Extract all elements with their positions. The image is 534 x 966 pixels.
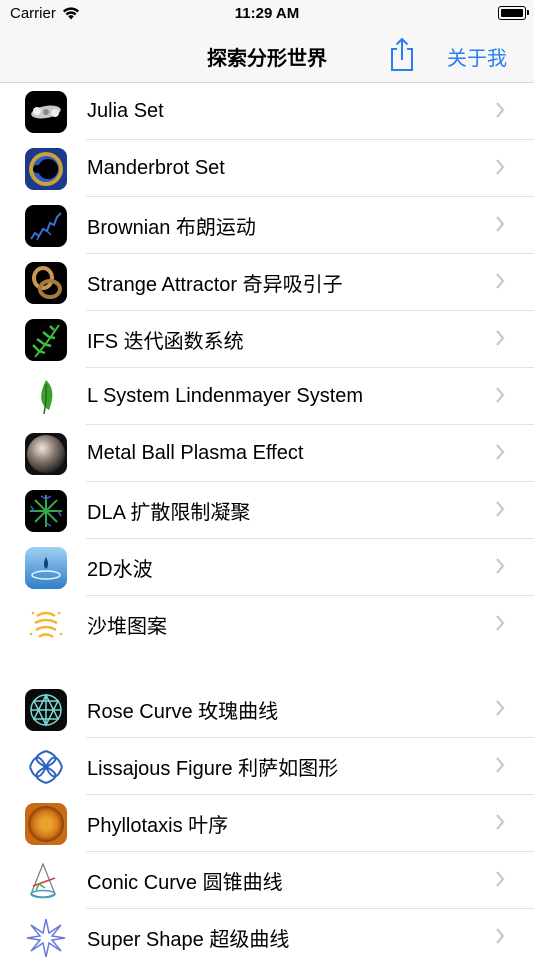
chevron-right-icon bbox=[496, 615, 505, 631]
item-label: Strange Attractor 奇异吸引子 bbox=[87, 274, 343, 296]
list-item-lissajous[interactable]: Lissajous Figure 利萨如图形 bbox=[0, 738, 534, 795]
status-time: 11:29 AM bbox=[234, 5, 300, 22]
metal-ball-icon bbox=[25, 432, 67, 475]
list-item-ifs[interactable]: IFS 迭代函数系统 bbox=[0, 311, 534, 368]
leaf-icon bbox=[25, 375, 67, 418]
item-label: Rose Curve 玫瑰曲线 bbox=[87, 701, 279, 723]
list-item-water-wave[interactable]: 2D水波 bbox=[0, 539, 534, 596]
list-item-phyllotaxis[interactable]: Phyllotaxis 叶序 bbox=[0, 795, 534, 852]
list-item-metal-ball[interactable]: Metal Ball Plasma Effect bbox=[0, 425, 534, 482]
chevron-right-icon bbox=[496, 757, 505, 773]
item-label: Super Shape 超级曲线 bbox=[87, 929, 290, 951]
status-bar: Carrier 11:29 AM bbox=[0, 0, 534, 30]
phyllotaxis-icon bbox=[25, 802, 67, 845]
share-button[interactable] bbox=[387, 36, 417, 72]
item-label: L System Lindenmayer System bbox=[87, 385, 364, 407]
item-label: DLA 扩散限制凝聚 bbox=[87, 502, 251, 524]
list-item-l-system[interactable]: L System Lindenmayer System bbox=[0, 368, 534, 425]
chevron-right-icon bbox=[496, 558, 505, 574]
list-item-rose-curve[interactable]: Rose Curve 玫瑰曲线 bbox=[0, 681, 534, 738]
list-item-conic-curve[interactable]: Conic Curve 圆锥曲线 bbox=[0, 852, 534, 909]
lissajous-icon bbox=[25, 745, 67, 788]
list-item-super-shape[interactable]: Super Shape 超级曲线 bbox=[0, 909, 534, 966]
water-drop-icon bbox=[25, 546, 67, 589]
fractal-list: Julia Set Manderbrot Set Brownian 布朗运动 S… bbox=[0, 83, 534, 966]
about-button[interactable]: 关于我 bbox=[447, 42, 507, 71]
rose-curve-icon bbox=[25, 688, 67, 731]
chevron-right-icon bbox=[496, 330, 505, 346]
chevron-right-icon bbox=[496, 501, 505, 517]
battery-icon bbox=[498, 6, 529, 20]
list-item-strange-attractor[interactable]: Strange Attractor 奇异吸引子 bbox=[0, 254, 534, 311]
item-label: Brownian 布朗运动 bbox=[87, 217, 256, 239]
chevron-right-icon bbox=[496, 216, 505, 232]
chevron-right-icon bbox=[496, 814, 505, 830]
item-label: 2D水波 bbox=[87, 559, 153, 581]
brownian-icon bbox=[25, 204, 67, 247]
item-label: Conic Curve 圆锥曲线 bbox=[87, 872, 283, 894]
share-icon bbox=[391, 37, 413, 71]
item-label: Lissajous Figure 利萨如图形 bbox=[87, 758, 339, 780]
fern-icon bbox=[25, 318, 67, 361]
chevron-right-icon bbox=[496, 159, 505, 175]
attractor-icon bbox=[25, 261, 67, 304]
list-item-brownian[interactable]: Brownian 布朗运动 bbox=[0, 197, 534, 254]
section-separator bbox=[0, 653, 534, 681]
super-shape-icon bbox=[25, 916, 67, 959]
chevron-right-icon bbox=[496, 700, 505, 716]
list-item-mandelbrot-set[interactable]: Manderbrot Set bbox=[0, 140, 534, 197]
mandelbrot-icon bbox=[25, 147, 67, 190]
julia-set-icon bbox=[25, 90, 67, 133]
sandpile-icon bbox=[25, 603, 67, 646]
navigation-bar: 探索分形世界 关于我 bbox=[0, 30, 534, 83]
list-item-sandpile[interactable]: 沙堆图案 bbox=[0, 596, 534, 653]
chevron-right-icon bbox=[496, 273, 505, 289]
list-item-julia-set[interactable]: Julia Set bbox=[0, 83, 534, 140]
item-label: Manderbrot Set bbox=[87, 157, 225, 179]
chevron-right-icon bbox=[496, 444, 505, 460]
list-item-dla[interactable]: DLA 扩散限制凝聚 bbox=[0, 482, 534, 539]
item-label: IFS 迭代函数系统 bbox=[87, 331, 244, 353]
conic-icon bbox=[25, 859, 67, 902]
dla-icon bbox=[25, 489, 67, 532]
chevron-right-icon bbox=[496, 871, 505, 887]
chevron-right-icon bbox=[496, 928, 505, 944]
chevron-right-icon bbox=[496, 102, 505, 118]
item-label: 沙堆图案 bbox=[87, 616, 167, 638]
item-label: Phyllotaxis 叶序 bbox=[87, 815, 229, 837]
item-label: Metal Ball Plasma Effect bbox=[87, 442, 304, 464]
chevron-right-icon bbox=[496, 387, 505, 403]
item-label: Julia Set bbox=[87, 100, 164, 122]
